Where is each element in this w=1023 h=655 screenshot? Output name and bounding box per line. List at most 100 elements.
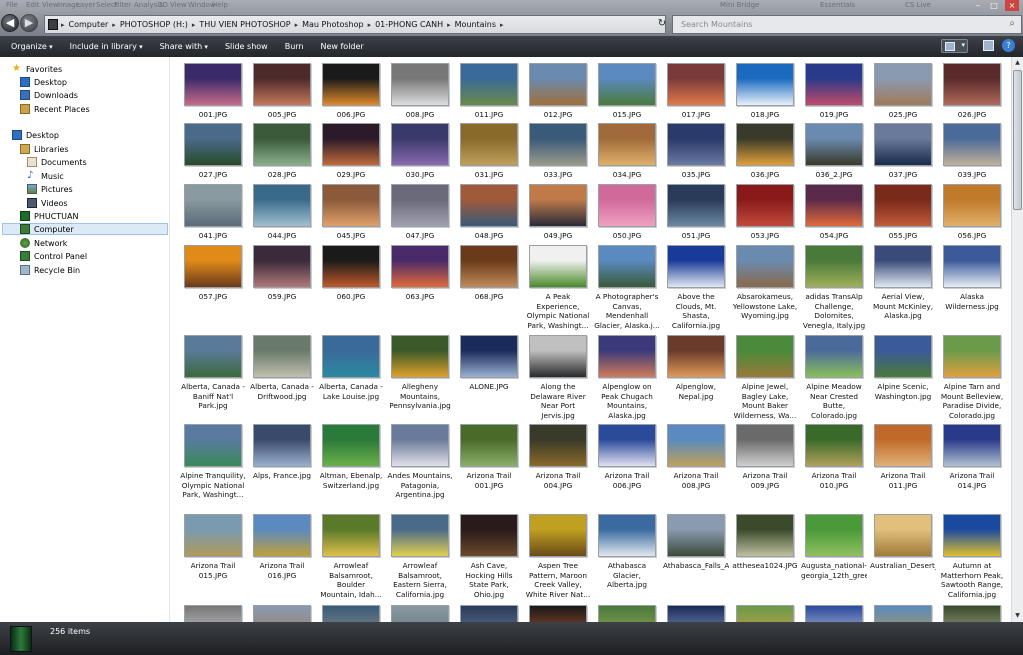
file-thumbnail[interactable]: [322, 605, 380, 622]
file-item[interactable]: 049.JPG: [525, 184, 591, 241]
file-item[interactable]: 026.JPG: [939, 63, 1005, 120]
file-name[interactable]: 048.JPG: [456, 231, 522, 241]
breadcrumb-item[interactable]: Mountains: [455, 20, 496, 29]
breadcrumb-separator[interactable]: ▸: [500, 21, 504, 29]
file-thumbnail[interactable]: [391, 605, 449, 622]
file-thumbnail[interactable]: [322, 424, 380, 467]
file-name[interactable]: Arizona Trail 016.JPG: [249, 561, 315, 580]
file-item[interactable]: Alpine Tarn and Mount Belleview, Paradis…: [939, 335, 1005, 420]
share-with-button[interactable]: Share with: [160, 42, 208, 51]
file-thumbnail[interactable]: [529, 123, 587, 166]
file-item[interactable]: 054.JPG: [801, 184, 867, 241]
file-thumbnail[interactable]: [598, 184, 656, 227]
back-button[interactable]: ◀: [1, 14, 19, 32]
file-item[interactable]: 050.JPG: [594, 184, 660, 241]
nav-computer[interactable]: Computer: [2, 223, 168, 235]
preview-pane-button[interactable]: [983, 40, 994, 51]
file-name[interactable]: 035.JPG: [663, 170, 729, 180]
nav-favorites[interactable]: ★ Favorites: [12, 63, 62, 75]
file-thumbnail[interactable]: [598, 335, 656, 378]
file-name[interactable]: 030.JPG: [387, 170, 453, 180]
file-thumbnail[interactable]: [805, 245, 863, 288]
breadcrumb-item[interactable]: Computer: [69, 20, 109, 29]
file-item[interactable]: 028.JPG: [249, 123, 315, 180]
file-thumbnail[interactable]: [253, 605, 311, 622]
file-item[interactable]: Alberta, Canada - Driftwood.jpg: [249, 335, 315, 401]
file-name[interactable]: 051.JPG: [663, 231, 729, 241]
file-name[interactable]: Aspen Tree Pattern, Maroon Creek Valley,…: [525, 561, 591, 599]
file-name[interactable]: Arizona Trail 014.JPG: [939, 471, 1005, 490]
file-thumbnail[interactable]: [184, 514, 242, 557]
file-item[interactable]: 036_2.JPG: [801, 123, 867, 180]
file-thumbnail[interactable]: [805, 335, 863, 378]
file-thumbnail[interactable]: [667, 335, 725, 378]
nav-fav-recent[interactable]: Recent Places: [20, 103, 90, 115]
file-item[interactable]: 044.JPG: [249, 184, 315, 241]
breadcrumb-separator[interactable]: ▸: [447, 21, 451, 29]
file-thumbnail[interactable]: [391, 63, 449, 106]
file-name[interactable]: Allegheny Mountains, Pennsylvania.jpg: [387, 382, 453, 411]
file-thumbnail[interactable]: [184, 245, 242, 288]
file-name[interactable]: 033.JPG: [525, 170, 591, 180]
vertical-scrollbar[interactable]: ▲ ▼: [1011, 57, 1023, 622]
file-thumbnail[interactable]: [598, 424, 656, 467]
file-item[interactable]: Arizona Trail 014.JPG: [939, 424, 1005, 490]
file-name[interactable]: Arizona Trail 011.JPG: [870, 471, 936, 490]
file-item[interactable]: 012.JPG: [525, 63, 591, 120]
file-item[interactable]: 005.JPG: [249, 63, 315, 120]
file-name[interactable]: adidas TransAlp Challenge, Dolomites, Ve…: [801, 292, 867, 330]
file-item[interactable]: 015.JPG: [594, 63, 660, 120]
file-name[interactable]: 050.JPG: [594, 231, 660, 241]
file-thumbnail[interactable]: [667, 123, 725, 166]
file-name[interactable]: 019.JPG: [801, 110, 867, 120]
nav-recycle-bin[interactable]: Recycle Bin: [20, 264, 80, 276]
file-item[interactable]: 030.JPG: [387, 123, 453, 180]
file-name[interactable]: Arizona Trail 006.JPG: [594, 471, 660, 490]
organize-button[interactable]: Organize: [11, 42, 53, 51]
file-item[interactable]: 063.JPG: [387, 245, 453, 302]
file-item[interactable]: Andes Mountains, Patagonia, Argentina.jp…: [387, 424, 453, 500]
file-thumbnail[interactable]: [805, 514, 863, 557]
file-item[interactable]: Above the Clouds, Mt. Shasta, California…: [663, 245, 729, 330]
file-name[interactable]: 041.JPG: [180, 231, 246, 241]
file-thumbnail[interactable]: [598, 63, 656, 106]
file-item[interactable]: A Photographer's Canvas, Mendenhall Glac…: [594, 245, 660, 330]
file-item[interactable]: atthesea1024.JPG: [732, 514, 798, 571]
file-name[interactable]: Arizona Trail 015.JPG: [180, 561, 246, 580]
file-item[interactable]: Athabasca_Falls_Alberta_Canada.jpg: [663, 514, 729, 571]
file-thumbnail[interactable]: [253, 335, 311, 378]
file-thumbnail[interactable]: [253, 245, 311, 288]
breadcrumb-separator[interactable]: ▸: [192, 21, 196, 29]
file-item[interactable]: 060.JPG: [318, 245, 384, 302]
file-name[interactable]: 018.JPG: [732, 110, 798, 120]
file-thumbnail[interactable]: [460, 514, 518, 557]
nav-videos[interactable]: Videos: [27, 197, 68, 209]
breadcrumb-separator[interactable]: ▸: [368, 21, 372, 29]
file-name[interactable]: Alpine Tarn and Mount Belleview, Paradis…: [939, 382, 1005, 420]
file-item[interactable]: Alpine Tranquility, Olympic National Par…: [180, 424, 246, 500]
file-name[interactable]: 057.JPG: [180, 292, 246, 302]
file-thumbnail[interactable]: [529, 63, 587, 106]
file-item[interactable]: 047.JPG: [387, 184, 453, 241]
file-item[interactable]: 035.JPG: [663, 123, 729, 180]
file-name[interactable]: 029.JPG: [318, 170, 384, 180]
file-name[interactable]: Alpenglow on Peak Chugach Mountains, Ala…: [594, 382, 660, 420]
file-name[interactable]: Andes Mountains, Patagonia, Argentina.jp…: [387, 471, 453, 500]
file-item[interactable]: 033.JPG: [525, 123, 591, 180]
burn-button[interactable]: Burn: [285, 42, 304, 51]
file-name[interactable]: 006.JPG: [318, 110, 384, 120]
refresh-button[interactable]: ↻: [655, 17, 669, 31]
file-name[interactable]: 049.JPG: [525, 231, 591, 241]
file-item[interactable]: 018.JPG: [732, 63, 798, 120]
file-item[interactable]: 048.JPG: [456, 184, 522, 241]
file-thumbnail[interactable]: [322, 245, 380, 288]
file-thumbnail[interactable]: [874, 245, 932, 288]
file-item[interactable]: 025.JPG: [870, 63, 936, 120]
file-name[interactable]: Australian_Desert_1.jpg: [870, 561, 936, 571]
file-thumbnail[interactable]: [322, 335, 380, 378]
file-thumbnail[interactable]: [943, 424, 1001, 467]
nav-fav-downloads[interactable]: Downloads: [20, 89, 78, 101]
file-thumbnail[interactable]: [667, 184, 725, 227]
file-item[interactable]: Alps, France.jpg: [249, 424, 315, 481]
file-thumbnail[interactable]: [460, 335, 518, 378]
